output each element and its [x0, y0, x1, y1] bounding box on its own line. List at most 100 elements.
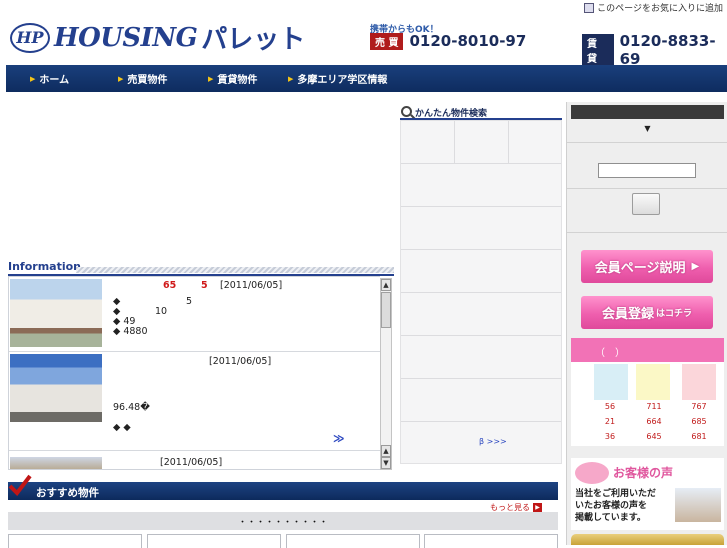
- nav-arrow-icon: ▶: [208, 74, 214, 83]
- header-stripe: [76, 267, 394, 273]
- nav-label: 多摩エリア学区情報: [297, 75, 388, 86]
- stats-table: 56 711 767 21 664 685 36 645 681: [571, 362, 724, 446]
- sale-tag: 売 買: [370, 32, 404, 50]
- stat-value: 36: [604, 432, 616, 441]
- grid-line: [401, 378, 561, 379]
- property-photo[interactable]: [10, 354, 102, 422]
- information-scrollbar[interactable]: ▲ ▲ ▼: [380, 278, 392, 470]
- rent-phone: 賃 貸 0120-8833-69: [582, 32, 727, 68]
- stat-value: 21: [604, 417, 616, 426]
- recommended-title: おすすめ物件: [36, 487, 99, 499]
- entry-highlight: 65: [163, 280, 177, 291]
- customer-voice-text: 当社をご利用いただ いたお客様の声を 掲載しています。: [575, 488, 656, 524]
- list-item[interactable]: [2011/06/05] 96.48� ◆ ◆ ≫: [9, 352, 380, 451]
- customer-voice-banner[interactable]: お客様の声 当社をご利用いただ いたお客様の声を 掲載しています。: [571, 458, 724, 530]
- nav-label: 売買物件: [127, 75, 168, 86]
- entry-highlight: 5: [201, 280, 208, 291]
- property-photo[interactable]: [10, 279, 102, 347]
- chevron-right-icon: ▶: [691, 261, 700, 272]
- stat-value: 711: [646, 402, 662, 411]
- divider: [567, 232, 727, 233]
- stat-value: 767: [691, 402, 707, 411]
- checkmark-icon: [8, 474, 32, 496]
- site-logo[interactable]: HP HOUSING パレット: [10, 19, 305, 56]
- entry-date: [2011/06/05]: [220, 280, 283, 291]
- search-header: かんたん物件検索: [400, 104, 562, 120]
- nav-item-school-district[interactable]: ▶ 多摩エリア学区情報: [264, 65, 424, 92]
- login-input[interactable]: [598, 163, 696, 178]
- scroll-down-icon[interactable]: ▼: [381, 457, 391, 469]
- grid-line: [401, 163, 561, 164]
- recommended-header: おすすめ物件: [8, 482, 558, 500]
- member-register-label: 会員登録: [601, 307, 654, 322]
- grid-line: [401, 421, 561, 422]
- voice-line: いたお客様の声を: [575, 501, 648, 511]
- sale-phone: 売 買 0120-8010-97: [370, 32, 526, 50]
- scroll-up-icon-lower[interactable]: ▲: [381, 445, 391, 457]
- banner-area: [6, 100, 396, 255]
- login-button[interactable]: [632, 193, 660, 215]
- nav-arrow-icon: ▶: [30, 74, 36, 83]
- recommended-bar-label: ・・・・・・・・・・: [237, 518, 328, 528]
- voice-line: 掲載しています。: [575, 513, 646, 523]
- recommended-bar: ・・・・・・・・・・: [8, 512, 558, 530]
- information-list: 65 5 [2011/06/05] ◆ 5 ◆ 10 ◆ 49 ◆ 4880 […: [8, 276, 380, 470]
- nav-arrow-icon: ▶: [118, 74, 124, 83]
- nav-item-rent[interactable]: ▶ 賃貸物件: [184, 65, 264, 92]
- main-nav: ▶ ホーム ▶ 売買物件 ▶ 賃貸物件 ▶ 多摩エリア学区情報: [6, 65, 727, 92]
- logo-word: HOUSING: [54, 22, 198, 53]
- search-grid: β >>>: [400, 120, 562, 464]
- grid-line: [508, 121, 509, 163]
- rent-phone-number: 0120-8833-69: [619, 32, 716, 68]
- nav-item-home[interactable]: ▶ ホーム: [6, 65, 94, 92]
- search-link[interactable]: β >>>: [479, 437, 507, 446]
- divider: [567, 142, 727, 143]
- entry-value: 10: [155, 306, 168, 317]
- stat-value: 681: [691, 432, 707, 441]
- entry-area: 96.48�: [113, 402, 150, 413]
- stats-swatch-1: [594, 364, 628, 400]
- top-utility-bar: このページをお気に入りに追加: [0, 0, 727, 15]
- sidebar-bottom-banner[interactable]: [571, 534, 724, 545]
- grid-line: [401, 335, 561, 336]
- stats-swatch-2: [636, 364, 670, 400]
- recommended-card[interactable]: [8, 534, 142, 548]
- recommended-card[interactable]: [424, 534, 558, 548]
- nav-label: ホーム: [39, 75, 70, 86]
- grid-line: [401, 206, 561, 207]
- member-register-button[interactable]: 会員登録 はコチラ: [581, 296, 713, 329]
- add-favorite-label: このページをお気に入りに追加: [597, 4, 723, 14]
- stat-value: 56: [604, 402, 616, 411]
- list-item[interactable]: 65 5 [2011/06/05] ◆ 5 ◆ 10 ◆ 49 ◆ 4880: [9, 277, 380, 352]
- member-sidebar: ▼ 会員ページ説明 ▶ 会員登録 はコチラ （ ） 56 711 767 21 …: [566, 102, 727, 545]
- sidebar-header: [571, 105, 724, 119]
- grid-line: [401, 292, 561, 293]
- property-photo[interactable]: [10, 457, 102, 469]
- grid-line: [401, 249, 561, 250]
- entry-date: [2011/06/05]: [209, 356, 272, 367]
- arrow-right-icon: ▶: [533, 503, 542, 512]
- entry-value: 5: [186, 296, 193, 307]
- information-header: Information: [8, 260, 394, 276]
- member-page-button[interactable]: 会員ページ説明 ▶: [581, 250, 713, 283]
- logo-jp: パレット: [201, 25, 306, 55]
- more-arrow-icon[interactable]: ≫: [333, 432, 345, 445]
- entry-date: [2011/06/05]: [160, 457, 223, 468]
- customer-photo: [675, 488, 721, 522]
- nav-label: 賃貸物件: [217, 75, 258, 86]
- dropdown-arrow-icon[interactable]: ▼: [567, 124, 727, 133]
- member-register-small: はコチラ: [656, 309, 693, 319]
- list-item[interactable]: [2011/06/05]: [9, 451, 380, 469]
- divider: [567, 188, 727, 189]
- entry-marks: ◆ ◆: [113, 422, 131, 433]
- entry-line: ◆ 4880: [113, 326, 148, 337]
- add-favorite-link[interactable]: このページをお気に入りに追加: [584, 1, 723, 14]
- recommended-card[interactable]: [286, 534, 420, 548]
- stat-value: 685: [691, 417, 707, 426]
- nav-item-sale[interactable]: ▶ 売買物件: [94, 65, 184, 92]
- recommended-card[interactable]: [147, 534, 281, 548]
- scroll-up-icon[interactable]: ▲: [381, 279, 391, 291]
- scroll-thumb[interactable]: [381, 292, 391, 328]
- speech-bubble-icon: [575, 462, 609, 484]
- voice-line: 当社をご利用いただ: [575, 489, 657, 499]
